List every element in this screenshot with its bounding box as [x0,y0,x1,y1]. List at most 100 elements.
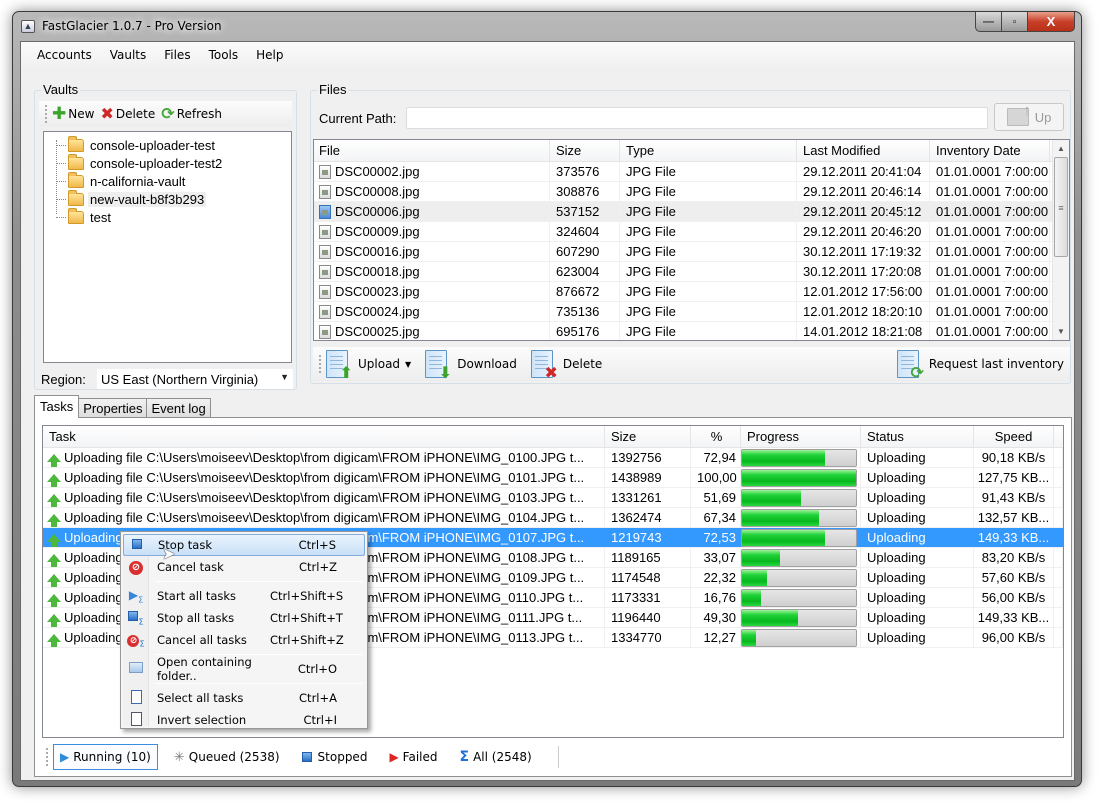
task-speed: 96,00 KB/s [974,628,1054,647]
scroll-thumb[interactable]: ≡ [1054,157,1068,257]
up-label: Up [1034,109,1052,125]
up-button[interactable]: Up [994,102,1064,131]
column-header-filler [1054,426,1063,447]
upload-dropdown-arrow-icon[interactable]: ▼ [405,360,411,369]
task-row[interactable]: Uploading file C:\Users\moiseev\Desktop\… [43,508,1063,528]
filter-failed-button[interactable]: ▶ Failed [383,744,443,770]
download-button[interactable]: ⬇ Download [425,350,517,381]
column-header-percent[interactable]: % [691,426,741,447]
row-filler [1054,608,1063,627]
vault-item[interactable]: console-uploader-test2 [44,153,291,172]
new-vault-button[interactable]: ✚ New [52,106,94,123]
row-filler [1054,508,1063,527]
file-row[interactable]: DSC00018.jpg 623004 JPG File 30.12.2011 17:… [314,262,1069,282]
request-inventory-icon: ⟳ [896,350,924,381]
menu-tools[interactable]: Tools [200,42,248,68]
menu-item-start-all-tasks[interactable]: ▶Σ Start all tasks Ctrl+Shift+S [123,585,365,607]
column-header-status[interactable]: Status [861,426,974,447]
invert-selection-icon [123,711,149,729]
filter-queued-button[interactable]: ✳ Queued (2538) [168,744,286,770]
refresh-vaults-button[interactable]: ⟳ Refresh [161,106,222,122]
progress-bar-fill [742,570,768,586]
toolbar-grip[interactable] [45,105,48,123]
file-row[interactable]: DSC00024.jpg 735136 JPG File 12.01.2012 18:… [314,302,1069,322]
menu-item-select-all-tasks[interactable]: Select all tasks Ctrl+A [123,687,365,709]
region-select[interactable]: US East (Northern Virginia) ▼ [97,369,293,389]
menu-help[interactable]: Help [247,42,292,68]
vault-item[interactable]: console-uploader-test [44,135,291,154]
file-row[interactable]: DSC00009.jpg 324604 JPG File 29.12.2011 20:… [314,222,1069,242]
menu-vaults[interactable]: Vaults [101,42,156,68]
file-list-scrollbar[interactable]: ▲ ≡ ▼ [1052,140,1069,340]
tab-tasks[interactable]: Tasks [34,395,80,418]
menu-item-shortcut: Ctrl+I [303,713,338,727]
menu-item-open-containing-folder[interactable]: Open containing folder.. Ctrl+O [123,655,365,683]
maximize-button[interactable]: ▫ [1002,12,1028,32]
vault-item[interactable]: new-vault-b8f3b293 [44,189,291,208]
task-row[interactable]: Uploading file C:\Users\moiseev\Desktop\… [43,448,1063,468]
column-header-size[interactable]: Size [605,426,691,447]
menu-item-stop-task[interactable]: Stop task Ctrl+S [123,534,365,556]
task-size: 1219743 [605,528,691,547]
current-path-input[interactable] [406,107,988,129]
menu-accounts[interactable]: Accounts [28,42,101,68]
file-last-modified: 29.12.2011 20:45:12 [797,202,930,221]
toolbar-grip[interactable] [46,748,49,766]
file-row[interactable]: DSC00025.jpg 695176 JPG File 14.01.2012 18:… [314,322,1069,340]
filter-running-button[interactable]: ▶ Running (10) [53,744,158,770]
menu-item-shortcut: Ctrl+S [298,538,336,552]
vault-item[interactable]: test [44,207,291,226]
task-row[interactable]: Uploading file C:\Users\moiseev\Desktop\… [43,488,1063,508]
delete-file-button[interactable]: ✖ Delete [530,350,603,381]
tab-event-log[interactable]: Event log [146,398,211,418]
vault-tree[interactable]: console-uploader-test console-uploader-t… [43,131,292,363]
title-bar[interactable]: ▲ FastGlacier 1.0.7 - Pro Version — ▫ X [13,12,1081,42]
column-header-type[interactable]: Type [620,140,797,161]
tab-properties[interactable]: Properties [78,398,148,418]
file-list[interactable]: File Size Type Last Modified Inventory D… [313,139,1070,341]
column-header-size[interactable]: Size [550,140,620,161]
progress-bar [741,509,857,527]
scroll-up-arrow-icon[interactable]: ▲ [1053,140,1069,157]
app-icon[interactable]: ▲ [21,20,35,33]
upload-button[interactable]: ⬆ Upload ▼ [326,350,411,381]
file-row[interactable]: DSC00006.jpg 537152 JPG File 29.12.2011 20:… [314,202,1069,222]
file-size: 607290 [550,242,620,261]
minimize-button[interactable]: — [975,12,1002,32]
row-filler [1054,548,1063,567]
file-size: 537152 [550,202,620,221]
filter-stopped-button[interactable]: Stopped [296,744,374,770]
toolbar-grip[interactable] [319,355,322,373]
delete-file-label: Delete [562,357,603,371]
file-type: JPG File [620,162,797,181]
vault-item[interactable]: n-california-vault [44,171,291,190]
menu-item-invert-selection[interactable]: Invert selection Ctrl+I [123,709,365,731]
column-header-file[interactable]: File [314,140,550,161]
menu-item-cancel-task[interactable]: ⊘ Cancel task Ctrl+Z [123,556,365,578]
column-header-speed[interactable]: Speed [974,426,1054,447]
file-row[interactable]: DSC00008.jpg 308876 JPG File 29.12.2011 20:… [314,182,1069,202]
file-row[interactable]: DSC00016.jpg 607290 JPG File 30.12.2011 17:… [314,242,1069,262]
scroll-down-arrow-icon[interactable]: ▼ [1053,323,1069,340]
column-header-task[interactable]: Task [43,426,605,447]
menu-item-stop-all-tasks[interactable]: Σ Stop all tasks Ctrl+Shift+T [123,607,365,629]
menu-files[interactable]: Files [155,42,199,68]
file-row[interactable]: DSC00002.jpg 373576 JPG File 29.12.2011 20:… [314,162,1069,182]
request-inventory-button[interactable]: ⟳ Request last inventory [896,350,1064,381]
column-header-progress[interactable]: Progress [741,426,861,447]
menu-item-label: Open containing folder.. [157,655,252,683]
task-size: 1174548 [605,568,691,587]
column-header-last-modified[interactable]: Last Modified [797,140,930,161]
task-row[interactable]: Uploading file C:\Users\moiseev\Desktop\… [43,468,1063,488]
menu-item-cancel-all-tasks[interactable]: ⊘ Σ Cancel all tasks Ctrl+Shift+Z [123,629,365,651]
column-header-inventory-date[interactable]: Inventory Date [930,140,1050,161]
files-group: Files Current Path: Up File Size Type La… [310,82,1071,384]
vaults-group: Vaults ✚ New ✖ Delete ⟳ Refresh console-… [34,82,297,390]
menu-item-shortcut: Ctrl+A [299,691,337,705]
filter-all-button[interactable]: Σ All (2548) [454,744,538,770]
close-button[interactable]: X [1028,12,1075,32]
file-row[interactable]: DSC00023.jpg 876672 JPG File 12.01.2012 17:… [314,282,1069,302]
delete-vault-button[interactable]: ✖ Delete [100,106,155,122]
file-inventory-date: 01.01.0001 7:00:00 [930,182,1050,201]
progress-bar-fill [742,530,825,546]
